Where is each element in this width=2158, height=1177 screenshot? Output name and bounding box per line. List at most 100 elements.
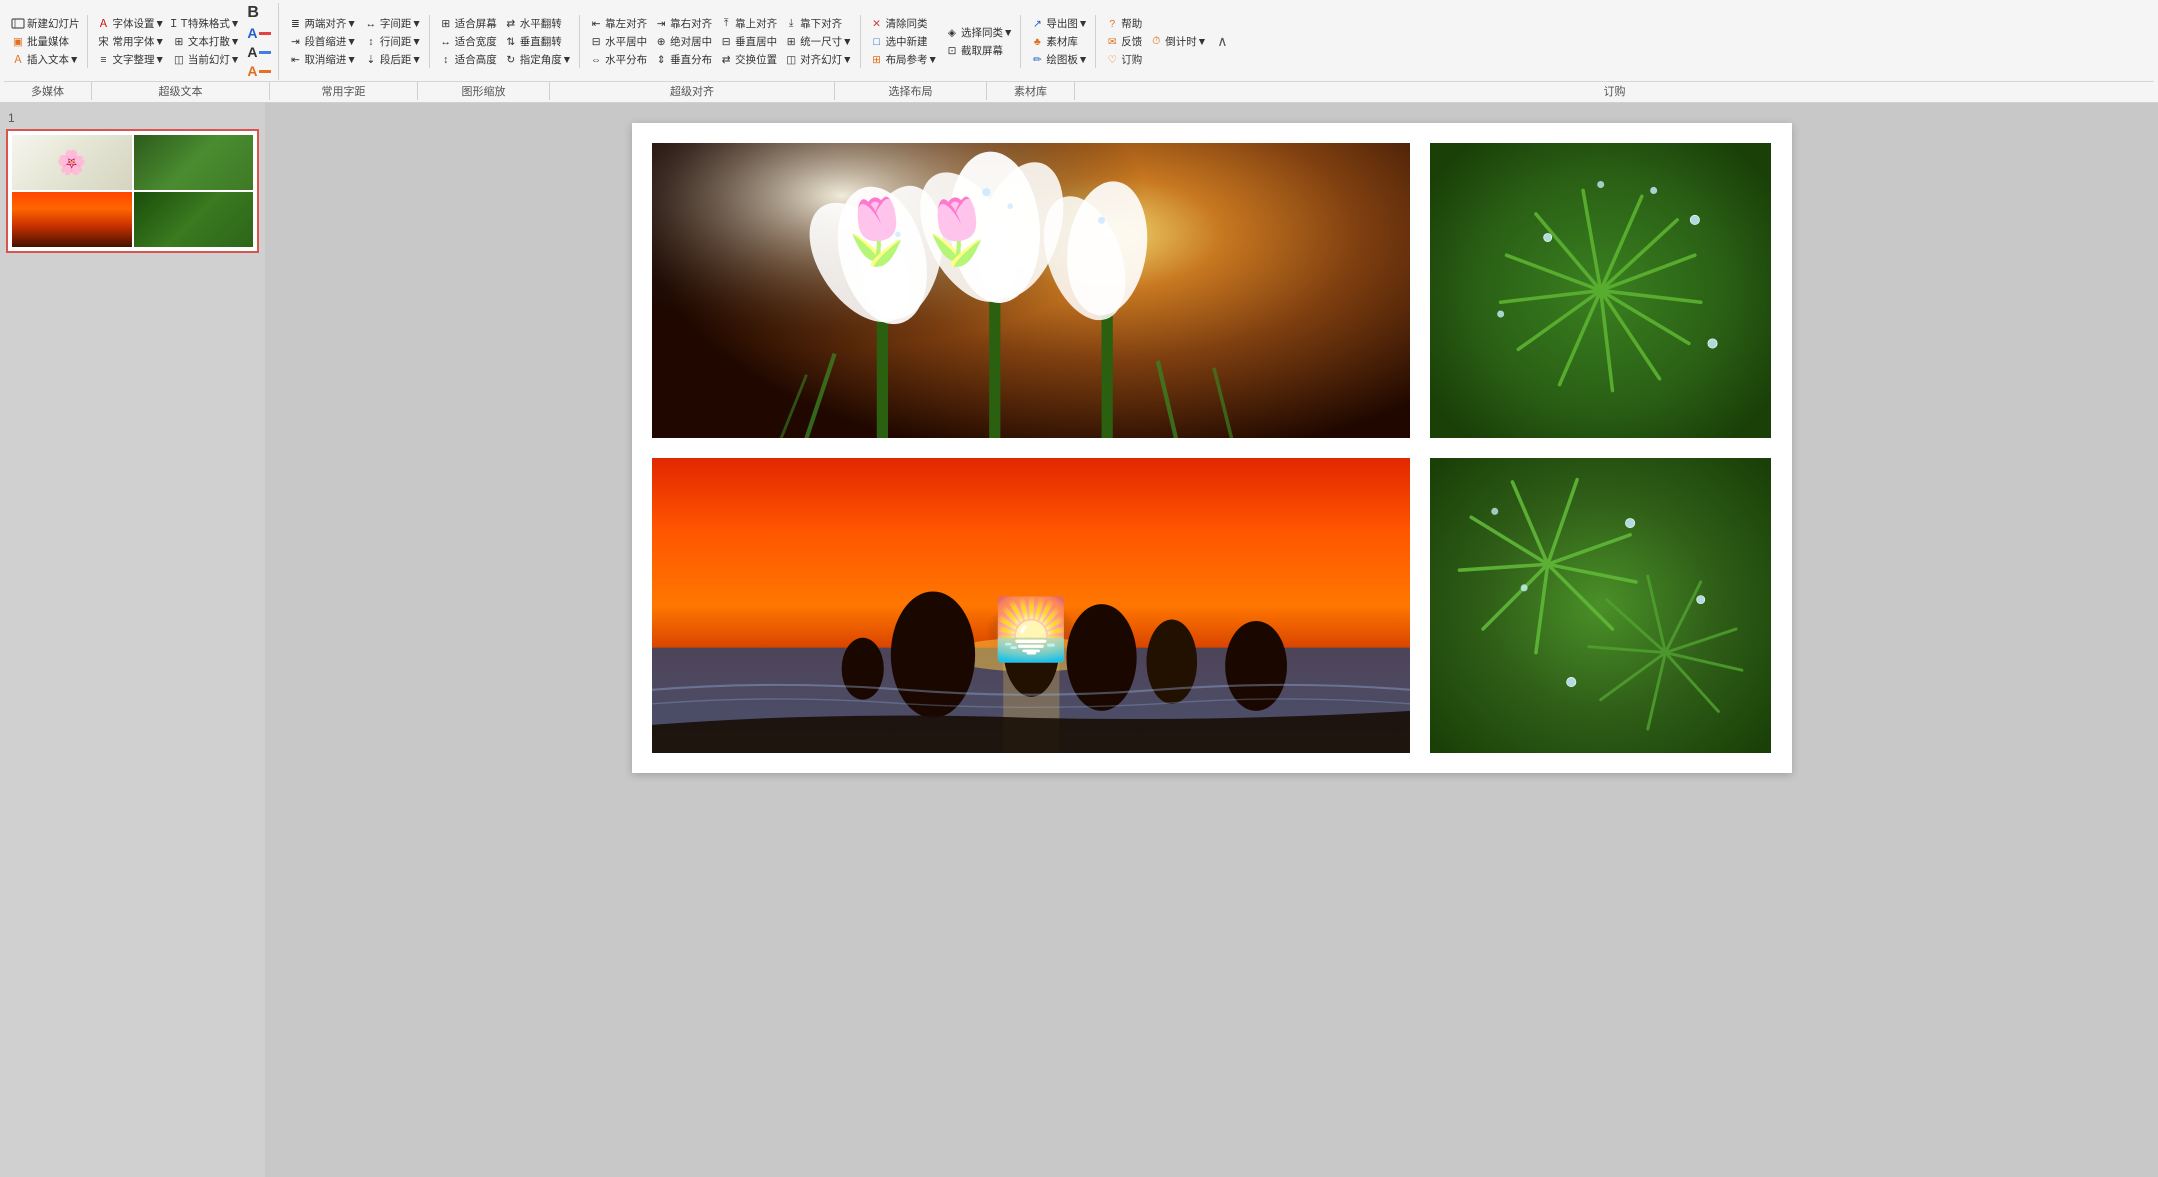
- align-col4: ⤓ 靠下对齐 ⊞ 统一尺寸▼ ◫ 对齐幻灯▼: [781, 15, 855, 68]
- image-green-bottom[interactable]: [1430, 458, 1771, 753]
- export-label: 导出图▼: [1046, 16, 1088, 31]
- label-subscribe: 订购: [1075, 82, 2154, 100]
- v-dist-icon: ⇕: [654, 53, 668, 67]
- h-center-button[interactable]: ⊟ 水平居中: [586, 33, 650, 50]
- new-slide-button[interactable]: 新建幻灯片: [8, 15, 83, 32]
- select-same-button[interactable]: ◈ 选择同类▼: [942, 24, 1016, 41]
- color-a3-button[interactable]: A: [244, 62, 274, 80]
- slide-thumbnail[interactable]: [6, 129, 259, 253]
- insert-text-label: 插入文本▼: [27, 52, 79, 67]
- text-arrange-button[interactable]: ≡ 文字整理▼: [94, 51, 168, 68]
- fit-screen-button[interactable]: ⊞ 适合屏幕: [436, 15, 500, 32]
- material-label: 素材库: [1046, 34, 1078, 49]
- green-bottom-svg: [1430, 458, 1771, 753]
- text-punch-button[interactable]: ⊞ 文本打散▼: [169, 33, 243, 50]
- special-format-button[interactable]: ＩＴ 特殊格式▼: [169, 15, 243, 32]
- common-font-button[interactable]: 宋 常用字体▼: [94, 33, 168, 50]
- label-align: 超级对齐: [550, 82, 835, 100]
- align-right-label: 靠右对齐: [670, 16, 712, 31]
- color-a1-label: A: [247, 25, 257, 41]
- align-both-button[interactable]: ≣ 两端对齐▼: [285, 15, 359, 32]
- color-a1-button[interactable]: A: [244, 24, 274, 42]
- para-indent-button[interactable]: ⇥ 段首缩进▼: [285, 33, 359, 50]
- align-both-label: 两端对齐▼: [304, 16, 356, 31]
- abs-center-button[interactable]: ⊕ 绝对居中: [651, 33, 715, 50]
- arrange-icon: ≡: [97, 53, 111, 67]
- color-a2-button[interactable]: A: [244, 43, 274, 61]
- font-icon: Ａ: [97, 17, 111, 31]
- draw-board-button[interactable]: ✏ 绘图板▼: [1027, 51, 1091, 68]
- feedback-button[interactable]: ✉ 反馈: [1102, 33, 1145, 50]
- new-slide-label: 新建幻灯片: [27, 16, 80, 31]
- subscribe-icon: ♡: [1105, 53, 1119, 67]
- label-spacing: 常用字距: [270, 82, 418, 100]
- align-bottom-button[interactable]: ⤓ 靠下对齐: [781, 15, 855, 32]
- image-sunset[interactable]: [652, 458, 1411, 753]
- material-col1: ↗ 导出图▼ ♣ 素材库 ✏ 绘图板▼: [1027, 15, 1091, 68]
- batch-media-button[interactable]: ▣ 批量媒体: [8, 33, 83, 50]
- indent-icon: ⇥: [288, 35, 302, 49]
- export-icon: ↗: [1030, 17, 1044, 31]
- cancel-indent-button[interactable]: ⇤ 取消缩进▼: [285, 51, 359, 68]
- help-button[interactable]: ? 帮助: [1102, 15, 1145, 32]
- cancel-indent-icon: ⇤: [288, 53, 302, 67]
- h-center-icon: ⊟: [589, 35, 603, 49]
- material-button[interactable]: ♣ 素材库: [1027, 33, 1091, 50]
- h-flip-icon: ⇄: [504, 17, 518, 31]
- subscribe-btn[interactable]: ♡ 订购: [1102, 51, 1145, 68]
- clear-same-button[interactable]: ✕ 清除同类: [867, 15, 941, 32]
- h-flip-button[interactable]: ⇄ 水平翻转: [501, 15, 575, 32]
- export-img-button[interactable]: ↗ 导出图▼: [1027, 15, 1091, 32]
- unify-icon: ⊞: [784, 35, 798, 49]
- align-left-button[interactable]: ⇤ 靠左对齐: [586, 15, 650, 32]
- select-new-label: 选中新建: [886, 34, 928, 49]
- screenshot-button[interactable]: ⊡ 截取屏幕: [942, 42, 1016, 59]
- para-after-button[interactable]: ⇣ 段后距▼: [361, 51, 425, 68]
- green-top-svg: [1430, 143, 1771, 438]
- image-flowers-main[interactable]: [652, 143, 1411, 438]
- supertext-col1: Ａ 字体设置▼ 宋 常用字体▼ ≡ 文字整理▼: [94, 15, 168, 68]
- char-space-button[interactable]: ↔ 字间距▼: [361, 15, 425, 32]
- fit-height-button[interactable]: ↕ 适合高度: [436, 51, 500, 68]
- h-dist-icon: ⇔: [589, 53, 603, 67]
- font-set-button[interactable]: Ａ 字体设置▼: [94, 15, 168, 32]
- align-top-button[interactable]: ⤒ 靠上对齐: [716, 15, 780, 32]
- v-center-button[interactable]: ⊟ 垂直居中: [716, 33, 780, 50]
- v-distribute-button[interactable]: ⇕ 垂直分布: [651, 51, 715, 68]
- bold-label: B: [247, 4, 259, 22]
- image-green-top[interactable]: [1430, 143, 1771, 438]
- current-slide-button[interactable]: ◫ 当前幻灯▼: [169, 51, 243, 68]
- countdown-icon: ⏱: [1149, 35, 1163, 49]
- char-space-label: 字间距▼: [380, 16, 422, 31]
- v-center-icon: ⊟: [719, 35, 733, 49]
- h-distribute-button[interactable]: ⇔ 水平分布: [586, 51, 650, 68]
- collapse-button[interactable]: ∧: [1211, 31, 1233, 52]
- line-space-button[interactable]: ↕ 行间距▼: [361, 33, 425, 50]
- fit-screen-label: 适合屏幕: [455, 16, 497, 31]
- help-icon: ?: [1105, 17, 1119, 31]
- countdown-button[interactable]: ⏱ 倒计时▼: [1146, 33, 1210, 50]
- unify-size-button[interactable]: ⊞ 统一尺寸▼: [781, 33, 855, 50]
- align-col3: ⤒ 靠上对齐 ⊟ 垂直居中 ⇄ 交换位置: [716, 15, 780, 68]
- rotate-angle-button[interactable]: ↻ 指定角度▼: [501, 51, 575, 68]
- group-layout: ✕ 清除同类 □ 选中新建 ⊞ 布局参考▼ ◈ 选择同类▼ ⊡: [863, 15, 1022, 68]
- group-align: ⇤ 靠左对齐 ⊟ 水平居中 ⇔ 水平分布 ⇥ 靠右对齐 ⊕: [582, 15, 860, 68]
- align-slide-button[interactable]: ◫ 对齐幻灯▼: [781, 51, 855, 68]
- select-new-button[interactable]: □ 选中新建: [867, 33, 941, 50]
- layout-ref-button[interactable]: ⊞ 布局参考▼: [867, 51, 941, 68]
- bold-button[interactable]: B: [244, 3, 274, 23]
- align-left-icon: ⇤: [589, 17, 603, 31]
- swap-pos-button[interactable]: ⇄ 交换位置: [716, 51, 780, 68]
- insert-text-button[interactable]: Ａ 插入文本▼: [8, 51, 83, 68]
- fit-screen-icon: ⊞: [439, 17, 453, 31]
- align-right-button[interactable]: ⇥ 靠右对齐: [651, 15, 715, 32]
- label-layout: 选择布局: [835, 82, 987, 100]
- char-space-icon: ↔: [364, 17, 378, 31]
- v-flip-button[interactable]: ⇅ 垂直翻转: [501, 33, 575, 50]
- fit-width-button[interactable]: ↔ 适合宽度: [436, 33, 500, 50]
- fit-width-icon: ↔: [439, 35, 453, 49]
- countdown-label: 倒计时▼: [1165, 34, 1207, 49]
- align-top-label: 靠上对齐: [735, 16, 777, 31]
- text-icon: Ａ: [11, 53, 25, 67]
- align-top-icon: ⤒: [719, 17, 733, 31]
